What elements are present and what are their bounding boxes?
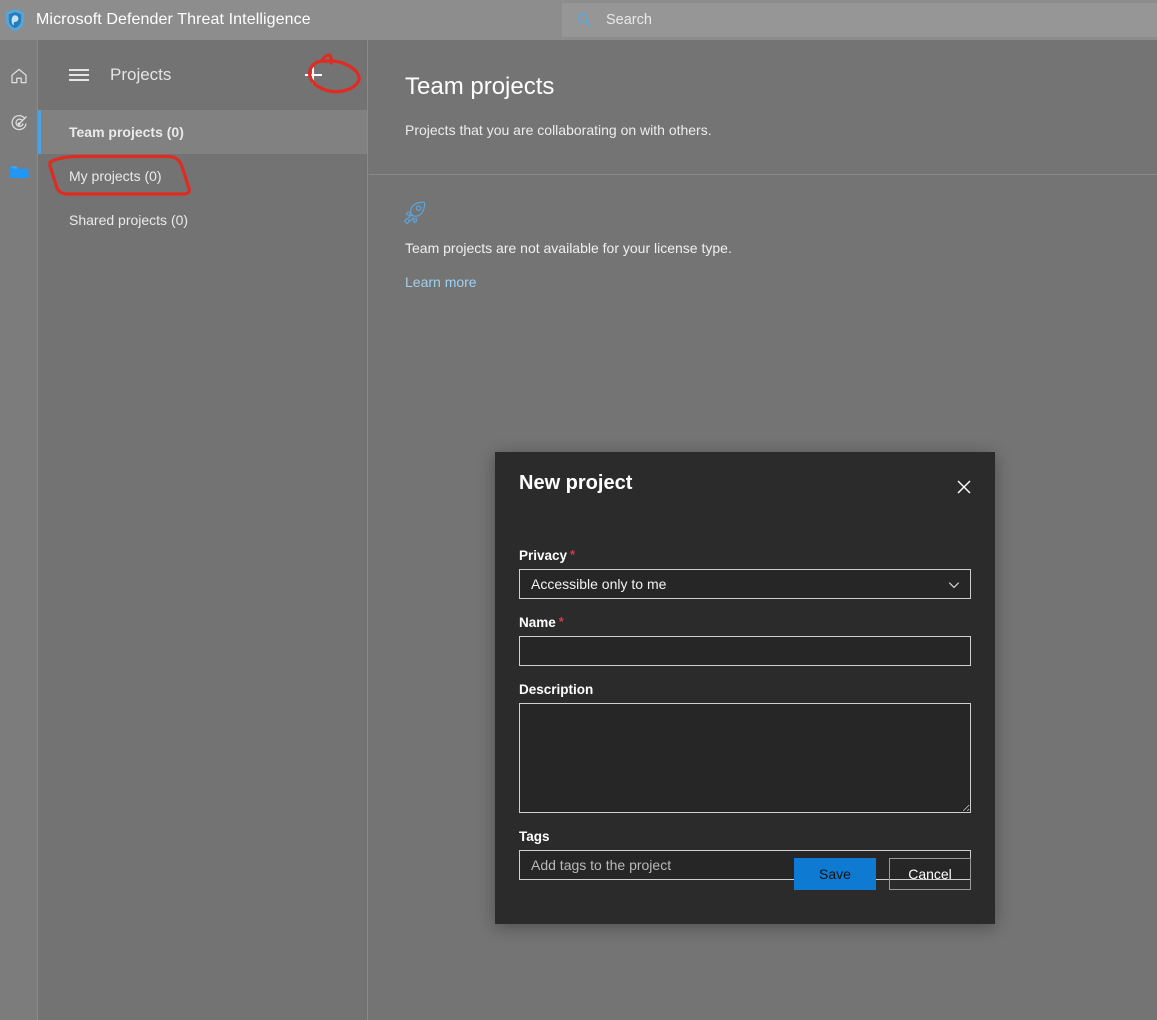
rail-item-home[interactable] (0, 52, 37, 100)
empty-state-message: Team projects are not available for your… (405, 240, 732, 256)
name-input[interactable] (519, 636, 971, 666)
left-navigation-rail (0, 40, 37, 1020)
save-button[interactable]: Save (794, 858, 876, 890)
close-icon[interactable] (950, 473, 978, 501)
description-label-text: Description (519, 682, 594, 697)
description-textarea[interactable] (519, 703, 971, 813)
page-subtitle: Projects that you are collaborating on w… (405, 122, 712, 138)
sidebar-item-label: My projects (0) (69, 168, 162, 184)
tags-label-text: Tags (519, 829, 550, 844)
search-icon (576, 12, 592, 28)
projects-panel-title: Projects (110, 65, 172, 84)
application-window: Microsoft Defender Threat Intelligence S… (0, 0, 1157, 1020)
sidebar-item-label: Team projects (0) (69, 124, 184, 140)
name-label-text: Name (519, 615, 556, 630)
app-title: Microsoft Defender Threat Intelligence (36, 11, 311, 28)
dialog-body: Privacy * Accessible only to me Name * D… (519, 548, 971, 896)
top-header-bar: Microsoft Defender Threat Intelligence S… (0, 0, 1157, 40)
search-placeholder: Search (606, 12, 652, 28)
rail-item-intel-explorer[interactable] (0, 100, 37, 148)
privacy-select-wrapper: Accessible only to me (519, 569, 971, 599)
cancel-button[interactable]: Cancel (889, 858, 971, 890)
folder-icon (8, 162, 30, 182)
privacy-select[interactable]: Accessible only to me (519, 569, 971, 599)
hamburger-menu-icon[interactable] (69, 68, 89, 82)
home-icon (9, 66, 29, 86)
rocket-icon (403, 200, 429, 231)
new-project-dialog: New project Privacy * Accessible only to… (495, 452, 995, 924)
target-icon (9, 114, 29, 134)
projects-panel-header: Projects (38, 40, 367, 110)
add-project-button[interactable] (300, 62, 326, 88)
required-marker: * (570, 547, 576, 562)
tags-label: Tags (519, 829, 971, 844)
learn-more-link[interactable]: Learn more (405, 274, 477, 290)
projects-panel: Projects Team projects (0) My projects (… (37, 40, 368, 1020)
name-label: Name * (519, 615, 971, 630)
dialog-title: New project (519, 472, 633, 494)
sidebar-item-my-projects[interactable]: My projects (0) (38, 154, 367, 198)
sidebar-item-team-projects[interactable]: Team projects (0) (38, 110, 367, 154)
description-label: Description (519, 682, 971, 697)
sidebar-item-label: Shared projects (0) (69, 212, 189, 228)
search-input[interactable]: Search (562, 3, 1157, 37)
dialog-actions: Save Cancel (794, 858, 971, 890)
page-title: Team projects (405, 73, 555, 100)
privacy-label-text: Privacy (519, 548, 568, 563)
privacy-label: Privacy * (519, 548, 971, 563)
privacy-selected-value: Accessible only to me (531, 576, 667, 592)
content-divider (369, 174, 1157, 175)
required-marker: * (558, 614, 564, 629)
sidebar-item-shared-projects[interactable]: Shared projects (0) (38, 198, 367, 242)
shield-icon (4, 8, 26, 32)
rail-item-projects[interactable] (0, 148, 37, 196)
